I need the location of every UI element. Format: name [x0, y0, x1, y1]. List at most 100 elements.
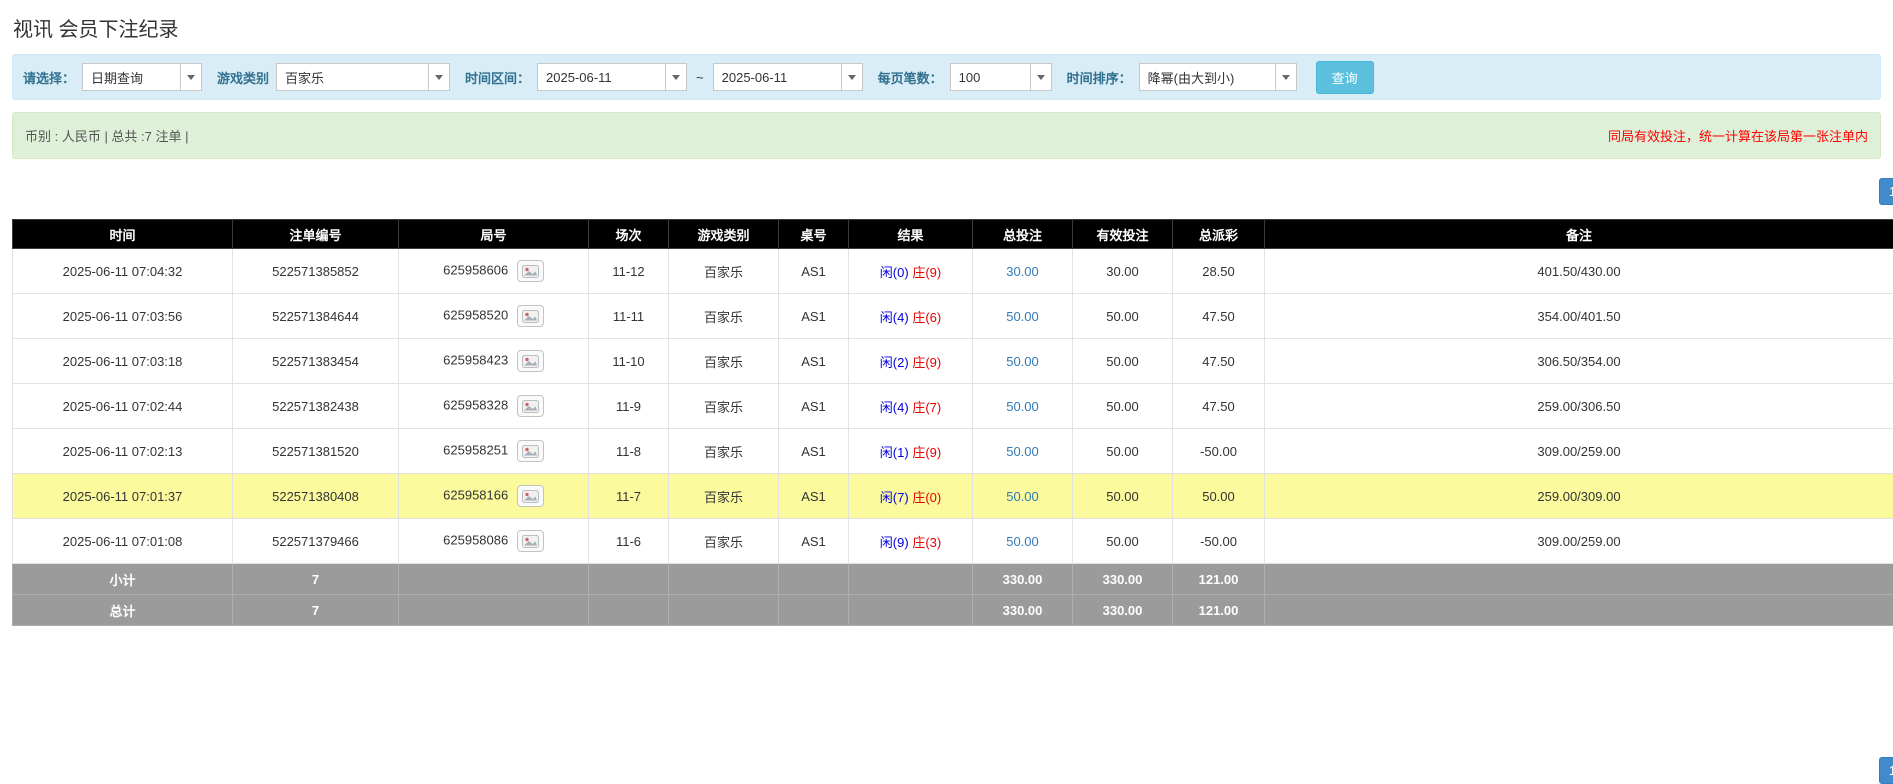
chevron-down-icon — [1282, 75, 1290, 80]
round-detail-icon[interactable] — [517, 530, 544, 552]
round-detail-icon[interactable] — [517, 395, 544, 417]
cell-bet-id: 522571383454 — [233, 339, 399, 384]
total-bet-link[interactable]: 50.00 — [1006, 399, 1039, 414]
cell-session: 11-12 — [589, 249, 669, 294]
table-header-row: 时间注单编号局号场次游戏类别桌号结果总投注有效投注总派彩备注 — [13, 220, 1893, 249]
total-bet-link[interactable]: 50.00 — [1006, 534, 1039, 549]
round-detail-icon[interactable] — [517, 305, 544, 327]
result-banker: 庄(9) — [912, 355, 941, 370]
date-to-combo — [713, 63, 863, 91]
date-from-combo — [537, 63, 687, 91]
result-player: 闲(9) — [880, 535, 909, 550]
cell-table-no: AS1 — [779, 339, 849, 384]
date-type-select[interactable] — [82, 63, 180, 91]
cell-table-no: AS1 — [779, 384, 849, 429]
cell-time: 2025-06-11 07:02:44 — [13, 384, 233, 429]
chevron-down-icon — [1037, 75, 1045, 80]
sort-order-select[interactable] — [1139, 63, 1275, 91]
table-row: 2025-06-11 07:04:32522571385852625958606… — [13, 249, 1893, 294]
round-detail-icon[interactable] — [517, 350, 544, 372]
cell-bet-id: 522571382438 — [233, 384, 399, 429]
page-size-dropdown-arrow[interactable] — [1030, 63, 1052, 91]
column-header: 场次 — [589, 220, 669, 249]
column-header: 时间 — [13, 220, 233, 249]
dice-image-icon — [522, 445, 539, 458]
date-type-dropdown-arrow[interactable] — [180, 63, 202, 91]
cell-payout: 47.50 — [1173, 384, 1265, 429]
cell-round-id: 625958086 — [399, 519, 589, 564]
date-range-separator: ~ — [694, 70, 706, 85]
result-player: 闲(1) — [880, 445, 909, 460]
cell-valid-bet: 50.00 — [1073, 384, 1173, 429]
round-detail-icon[interactable] — [517, 260, 544, 282]
cell-result: 闲(9) 庄(3) — [849, 519, 973, 564]
total-bet-link[interactable]: 50.00 — [1006, 354, 1039, 369]
cell-remark: 309.00/259.00 — [1265, 519, 1893, 564]
total-row: 总计7330.00330.00121.00 — [13, 595, 1893, 626]
cell-time: 2025-06-11 07:03:18 — [13, 339, 233, 384]
result-banker: 庄(3) — [912, 535, 941, 550]
game-type-select[interactable] — [276, 63, 428, 91]
search-button[interactable]: 查询 — [1316, 61, 1374, 94]
select-type-label: 请选择： — [23, 68, 75, 87]
dice-image-icon — [522, 535, 539, 548]
date-from-input[interactable] — [537, 63, 665, 91]
cell-round-id: 625958423 — [399, 339, 589, 384]
dice-image-icon — [522, 400, 539, 413]
currency-summary-text: 币别 : 人民币 | 总共 :7 注单 | — [25, 126, 189, 145]
date-to-dropdown-arrow[interactable] — [841, 63, 863, 91]
cell-round-id: 625958166 — [399, 474, 589, 519]
cell-session: 11-10 — [589, 339, 669, 384]
cell-total-bet: 50.00 — [973, 339, 1073, 384]
cell-game-type: 百家乐 — [669, 429, 779, 474]
sort-order-dropdown-arrow[interactable] — [1275, 63, 1297, 91]
round-detail-icon[interactable] — [517, 440, 544, 462]
cell-round-id: 625958606 — [399, 249, 589, 294]
cell-payout: -50.00 — [1173, 519, 1265, 564]
cell-remark: 309.00/259.00 — [1265, 429, 1893, 474]
total-bet-link[interactable]: 50.00 — [1006, 489, 1039, 504]
footer-total-bet: 330.00 — [973, 595, 1073, 626]
sort-order-combo — [1139, 63, 1297, 91]
chevron-down-icon — [435, 75, 443, 80]
cell-round-id: 625958251 — [399, 429, 589, 474]
total-bet-link[interactable]: 50.00 — [1006, 444, 1039, 459]
cell-game-type: 百家乐 — [669, 294, 779, 339]
column-header: 注单编号 — [233, 220, 399, 249]
dice-image-icon — [522, 355, 539, 368]
cell-valid-bet: 50.00 — [1073, 339, 1173, 384]
total-bet-link[interactable]: 50.00 — [1006, 309, 1039, 324]
result-banker: 庄(9) — [912, 265, 941, 280]
sort-order-label: 时间排序： — [1067, 68, 1132, 87]
cell-payout: -50.00 — [1173, 429, 1265, 474]
cell-game-type: 百家乐 — [669, 249, 779, 294]
pagination-page-1-bottom[interactable]: 1 — [1879, 757, 1893, 784]
cell-payout: 50.00 — [1173, 474, 1265, 519]
date-to-input[interactable] — [713, 63, 841, 91]
cell-result: 闲(1) 庄(9) — [849, 429, 973, 474]
result-banker: 庄(0) — [912, 490, 941, 505]
cell-time: 2025-06-11 07:04:32 — [13, 249, 233, 294]
total-bet-link[interactable]: 30.00 — [1006, 264, 1039, 279]
cell-session: 11-9 — [589, 384, 669, 429]
round-detail-icon[interactable] — [517, 485, 544, 507]
game-type-dropdown-arrow[interactable] — [428, 63, 450, 91]
footer-count: 7 — [233, 595, 399, 626]
cell-result: 闲(2) 庄(9) — [849, 339, 973, 384]
cell-bet-id: 522571379466 — [233, 519, 399, 564]
cell-remark: 259.00/306.50 — [1265, 384, 1893, 429]
bet-records-table: 时间注单编号局号场次游戏类别桌号结果总投注有效投注总派彩备注 2025-06-1… — [12, 219, 1893, 626]
column-header: 总派彩 — [1173, 220, 1265, 249]
cell-result: 闲(7) 庄(0) — [849, 474, 973, 519]
cell-valid-bet: 50.00 — [1073, 519, 1173, 564]
date-from-dropdown-arrow[interactable] — [665, 63, 687, 91]
cell-game-type: 百家乐 — [669, 384, 779, 429]
page-size-input[interactable] — [950, 63, 1030, 91]
footer-count: 7 — [233, 564, 399, 595]
cell-table-no: AS1 — [779, 474, 849, 519]
cell-remark: 259.00/309.00 — [1265, 474, 1893, 519]
footer-total-bet: 330.00 — [973, 564, 1073, 595]
pagination-page-1[interactable]: 1 — [1879, 178, 1893, 205]
chevron-down-icon — [672, 75, 680, 80]
cell-bet-id: 522571380408 — [233, 474, 399, 519]
